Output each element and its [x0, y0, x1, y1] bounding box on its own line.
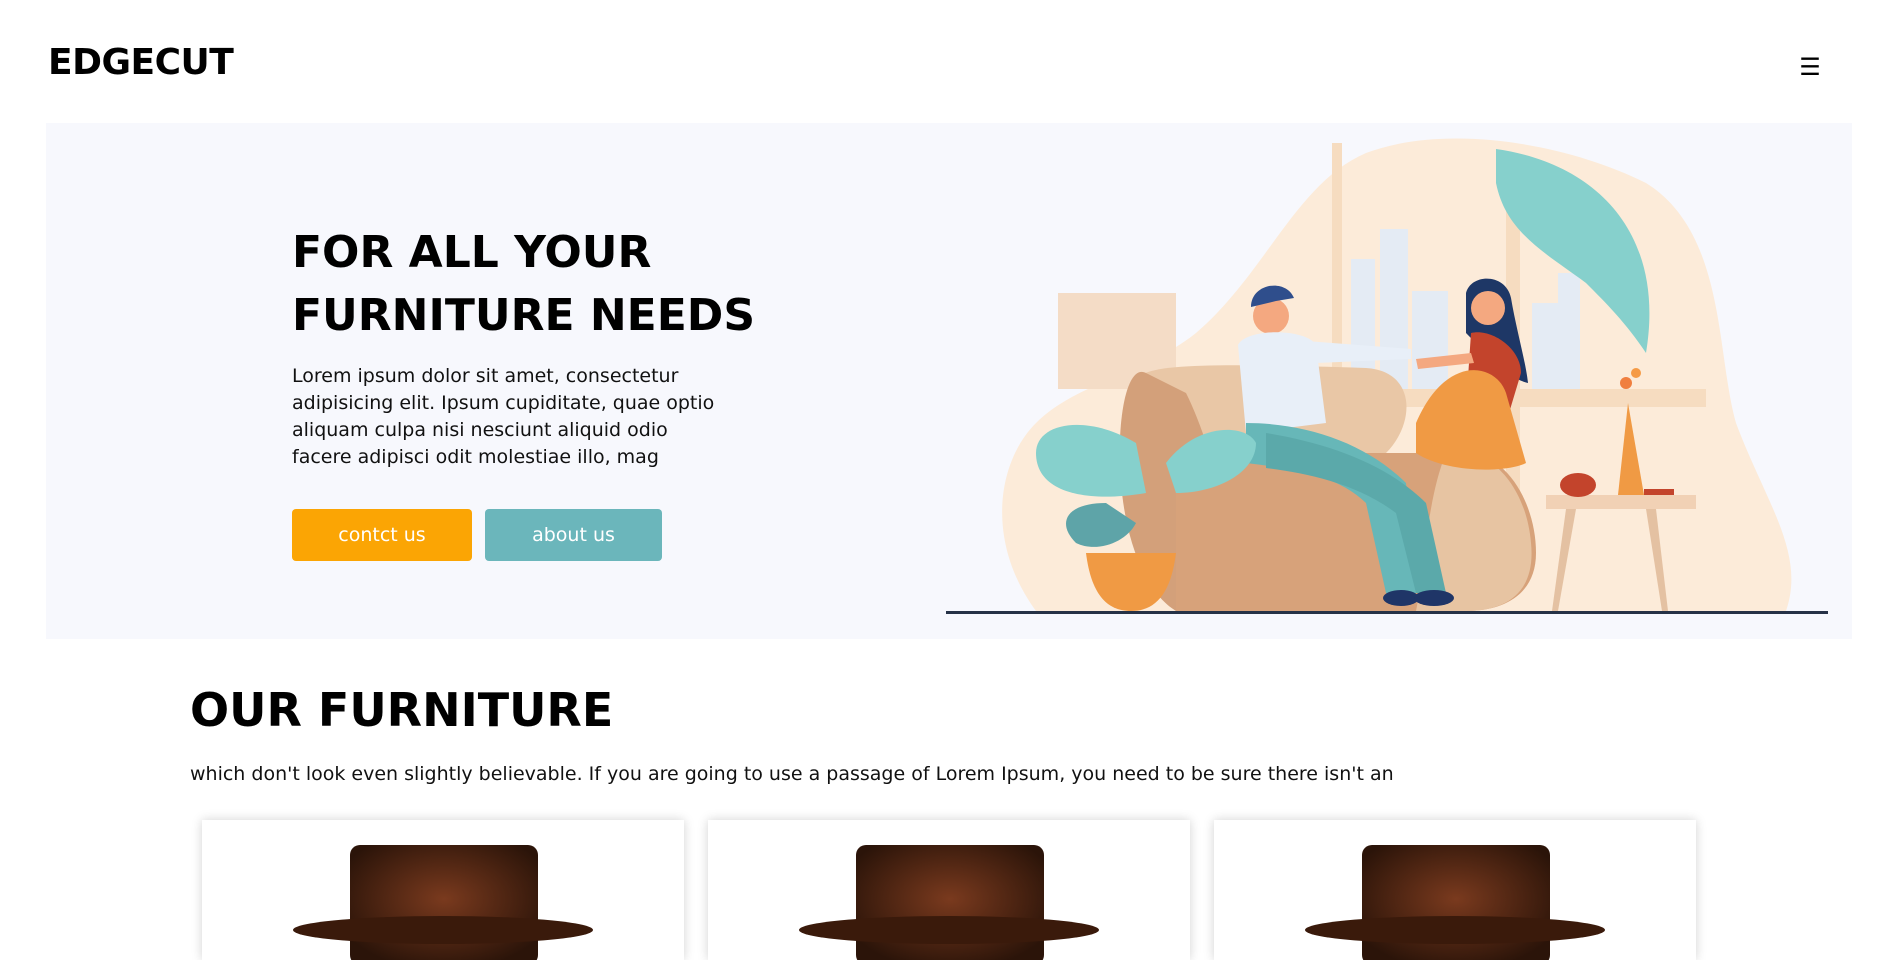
side-table-top: [1546, 495, 1696, 509]
leather-chair-image: [799, 845, 1099, 960]
furniture-card[interactable]: [202, 820, 684, 960]
flower-1: [1620, 377, 1632, 389]
teapot: [1560, 473, 1596, 497]
leather-chair-image: [293, 845, 593, 960]
furniture-card[interactable]: [1214, 820, 1696, 960]
skyline-5: [1558, 273, 1580, 389]
furniture-card[interactable]: [708, 820, 1190, 960]
couple-on-sofa-illustration: [946, 138, 1828, 614]
hero-title: FOR ALL YOUR FURNITURE NEEDS: [292, 221, 852, 347]
contact-us-button[interactable]: contct us: [292, 509, 472, 561]
skyline-2: [1380, 229, 1408, 389]
leather-chair-image: [1305, 845, 1605, 960]
man-shoe-2: [1414, 590, 1454, 606]
woman-head: [1471, 291, 1505, 325]
hero-description: Lorem ipsum dolor sit amet, consectetur …: [292, 365, 715, 468]
hero-section: FOR ALL YOUR FURNITURE NEEDS Lorem ipsum…: [46, 123, 1852, 639]
man-shoe-1: [1383, 590, 1419, 606]
furniture-section-description: which don't look even slightly believabl…: [190, 763, 1394, 785]
skyline-4: [1532, 303, 1558, 389]
hero-title-line-2: FURNITURE NEEDS: [292, 290, 756, 341]
bowl: [1644, 489, 1674, 495]
flower-2: [1631, 368, 1641, 378]
brand-logo[interactable]: EDGECUT: [48, 42, 234, 83]
furniture-section-title: OUR FURNITURE: [190, 683, 614, 737]
skyline-3: [1412, 291, 1448, 389]
site-header: EDGECUT ☰: [0, 0, 1896, 123]
floor-line: [946, 611, 1828, 614]
hamburger-menu-icon[interactable]: ☰: [1798, 55, 1822, 79]
about-us-button[interactable]: about us: [485, 509, 662, 561]
hero-title-line-1: FOR ALL YOUR: [292, 227, 652, 278]
